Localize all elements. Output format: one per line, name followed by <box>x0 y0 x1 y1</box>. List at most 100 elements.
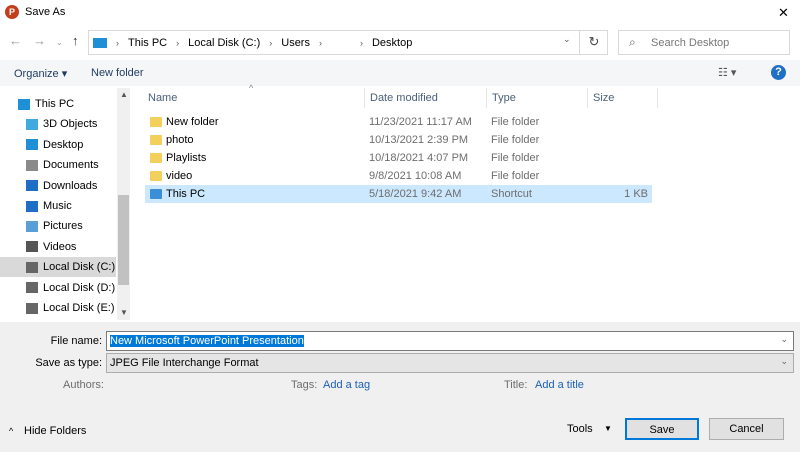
organize-menu[interactable]: Organize ▾ <box>14 67 67 80</box>
sidebar-item-local-disk-d[interactable]: Local Disk (D:) <box>0 278 116 298</box>
desktop-icon <box>26 139 38 151</box>
sidebar-item-videos[interactable]: Videos <box>0 237 116 257</box>
file-size: 1 KB <box>624 188 648 200</box>
file-name: Playlists <box>166 152 207 164</box>
breadcrumb-local-disk[interactable]: Local Disk (C:) <box>188 37 260 49</box>
refresh-icon[interactable]: ↻ <box>579 30 608 55</box>
file-row[interactable]: This PC 5/18/2021 9:42 AM Shortcut 1 KB <box>145 185 652 203</box>
sidebar-item-local-disk-e[interactable]: Local Disk (E:) <box>0 298 116 318</box>
breadcrumb-this-pc[interactable]: This PC <box>128 37 167 49</box>
sidebar-item-downloads[interactable]: Downloads <box>0 176 116 196</box>
file-row[interactable]: video 9/8/2021 10:08 AM File folder <box>145 167 652 185</box>
authors-label: Authors: <box>63 379 104 391</box>
save-button[interactable]: Save <box>625 418 699 440</box>
file-date: 10/13/2021 2:39 PM <box>369 134 469 146</box>
file-name: New folder <box>166 116 219 128</box>
tools-menu[interactable]: Tools <box>567 423 593 435</box>
add-tag-link[interactable]: Add a tag <box>323 379 370 391</box>
picture-icon <box>26 220 38 232</box>
sidebar-item-label: Videos <box>43 240 77 253</box>
search-input[interactable]: ⌕ Search Desktop <box>618 30 790 55</box>
sidebar-item-label: Local Disk (E:) <box>43 302 115 314</box>
column-size[interactable]: Size <box>588 88 658 108</box>
folder-icon <box>150 117 162 127</box>
column-date-modified[interactable]: Date modified <box>365 88 487 108</box>
file-row[interactable]: photo 10/13/2021 2:39 PM File folder <box>145 131 652 149</box>
file-type: File folder <box>491 116 540 128</box>
window-title: Save As <box>25 6 66 18</box>
address-dropdown[interactable]: ⌄ <box>563 34 571 45</box>
file-date: 5/18/2021 9:42 AM <box>369 188 462 200</box>
sidebar-item-label: Desktop <box>43 138 84 151</box>
sidebar-item-3d-objects[interactable]: 3D Objects <box>0 114 116 134</box>
toolbar: Organize ▾ New folder ☷ ▾ ? <box>0 60 800 86</box>
sidebar-item-label: Documents <box>43 159 99 172</box>
view-options-icon[interactable]: ☷ ▾ <box>718 66 736 79</box>
chevron-up-icon: ^ <box>9 426 14 436</box>
hide-folders-button[interactable]: Hide Folders <box>24 425 86 437</box>
folder-icon <box>150 171 162 181</box>
sidebar-item-label: Downloads <box>43 179 98 192</box>
breadcrumb-desktop[interactable]: Desktop <box>372 37 412 49</box>
save-type-value: JPEG File Interchange Format <box>110 357 259 369</box>
sidebar-item-desktop[interactable]: Desktop <box>0 135 116 155</box>
sidebar-item-music[interactable]: Music <box>0 196 116 216</box>
drive-icon <box>26 261 38 273</box>
sidebar-item-label: This PC <box>35 98 75 110</box>
up-button[interactable]: ↑ <box>72 33 79 48</box>
sidebar-item-documents[interactable]: Documents <box>0 155 116 175</box>
file-type: File folder <box>491 134 540 146</box>
help-icon[interactable]: ? <box>771 65 786 80</box>
pc-icon <box>93 37 107 48</box>
file-name-input[interactable]: New Microsoft PowerPoint Presentation ⌄ <box>106 331 794 351</box>
file-row[interactable]: Playlists 10/18/2021 4:07 PM File folder <box>145 149 652 167</box>
music-icon <box>26 200 38 212</box>
chevron-down-icon[interactable]: ⌄ <box>780 334 788 345</box>
back-button[interactable]: ← <box>9 33 22 48</box>
save-type-select[interactable]: JPEG File Interchange Format ⌄ <box>106 353 794 373</box>
file-type: File folder <box>491 170 540 182</box>
save-type-label: Save as type: <box>35 357 102 369</box>
sidebar-item-label: Pictures <box>43 220 83 233</box>
file-date: 10/18/2021 4:07 PM <box>369 152 469 164</box>
file-name: This PC <box>166 188 206 200</box>
drive-icon <box>26 282 38 294</box>
breadcrumb-users[interactable]: Users <box>281 37 310 49</box>
cancel-button[interactable]: Cancel <box>709 418 784 440</box>
close-button[interactable]: ✕ <box>778 5 789 21</box>
sidebar-item-this-pc[interactable]: This PC <box>0 94 116 114</box>
download-icon <box>26 180 38 192</box>
sidebar-scroll-thumb[interactable] <box>118 195 129 285</box>
search-icon: ⌕ <box>629 35 636 49</box>
file-type: Shortcut <box>491 188 532 200</box>
navigation-pane: This PC 3D Objects Desktop Documents Downloa… <box>0 88 118 320</box>
shortcut-pc-icon <box>150 189 162 199</box>
sidebar-item-label: Local Disk (C:) <box>43 261 116 274</box>
document-icon <box>26 159 38 171</box>
file-name-value: New Microsoft PowerPoint Presentation <box>110 335 304 347</box>
forward-button[interactable]: → <box>33 33 46 48</box>
recent-dropdown[interactable]: ⌄ <box>56 38 63 47</box>
add-title-link[interactable]: Add a title <box>535 379 584 391</box>
search-placeholder: Search Desktop <box>651 37 730 49</box>
sidebar-item-pictures[interactable]: Pictures <box>0 216 116 236</box>
title-bar: P Save As ✕ <box>0 0 800 25</box>
file-date: 9/8/2021 10:08 AM <box>369 170 462 182</box>
caret-down-icon: ▼ <box>604 424 612 433</box>
pc-icon <box>18 98 30 110</box>
powerpoint-icon: P <box>5 5 19 19</box>
address-bar[interactable]: › This PC › Local Disk (C:) › Users › › Desk… <box>88 30 608 55</box>
file-name: photo <box>166 134 194 146</box>
drive-icon <box>26 302 38 314</box>
title-label: Title: <box>504 379 528 391</box>
cube-icon <box>26 118 38 130</box>
column-type[interactable]: Type <box>487 88 588 108</box>
column-name[interactable]: Name <box>143 88 365 108</box>
file-name: video <box>166 170 193 182</box>
folder-icon <box>150 153 162 163</box>
new-folder-button[interactable]: New folder <box>91 67 144 79</box>
folder-icon <box>150 135 162 145</box>
sidebar-item-local-disk-c[interactable]: Local Disk (C:) <box>0 257 116 278</box>
file-row[interactable]: New folder 11/23/2021 11:17 AM File fold… <box>145 113 652 131</box>
file-type: File folder <box>491 152 540 164</box>
